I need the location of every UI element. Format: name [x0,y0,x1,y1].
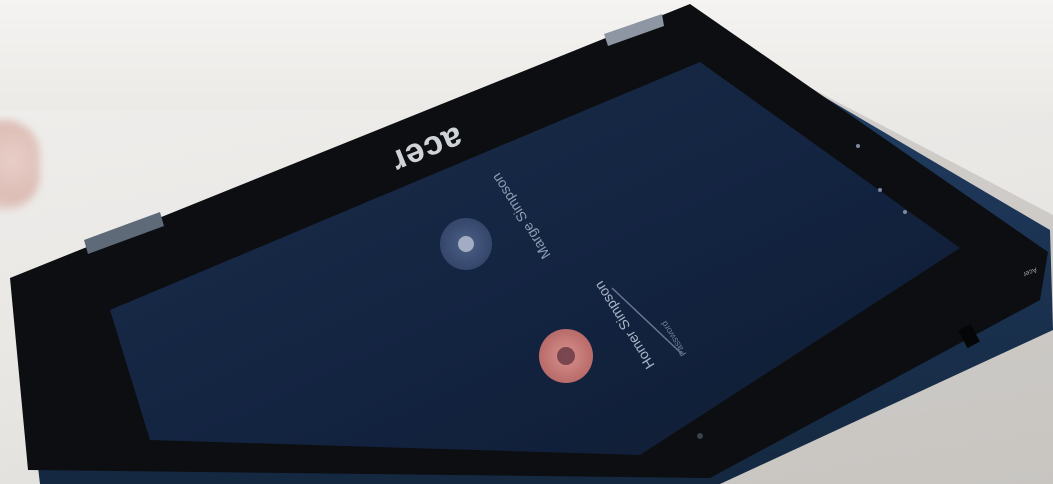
secondary-avatar-glyph [458,236,474,252]
primary-avatar-glyph [557,347,575,365]
status-dot-icon-3 [903,210,907,214]
status-dot-icon [856,144,860,148]
laptop-device [10,4,1053,484]
status-dot-icon-2 [878,188,882,192]
photo-scene: acer Marge Simpson Homer Simpson Passwor… [0,0,1053,484]
webcam-dot [697,433,703,439]
